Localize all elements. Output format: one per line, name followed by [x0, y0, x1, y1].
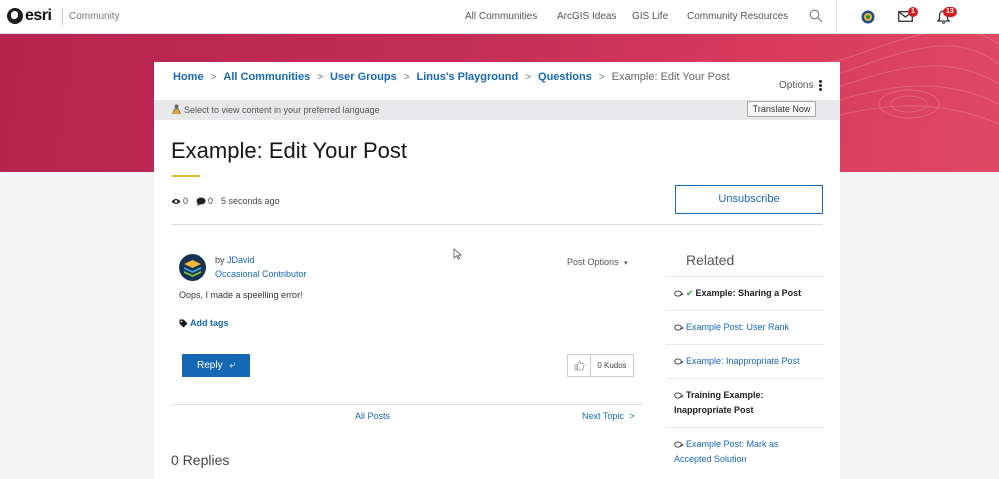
solved-check-icon: ✔ — [686, 288, 694, 298]
nav-link-arcgis-ideas[interactable]: ArcGIS Ideas — [557, 11, 616, 22]
breadcrumb-current: Example: Edit Your Post — [611, 71, 730, 83]
top-nav: esri Community All Communities ArcGIS Id… — [0, 0, 999, 34]
add-tags-link[interactable]: Add tags — [179, 318, 229, 328]
post-options-menu[interactable]: Post Options ▾ — [567, 257, 628, 267]
title-underline — [172, 175, 200, 177]
related-item-label: Example Post: User Rank — [686, 322, 790, 332]
chevron-right-icon: > — [629, 411, 635, 421]
discussion-icon — [674, 290, 684, 297]
author-line: by JDavid — [215, 255, 255, 265]
search-icon[interactable] — [809, 9, 823, 23]
comments-stat: 0 — [196, 196, 213, 206]
related-item-label: Example Post: Mark as Accepted Solution — [674, 439, 779, 464]
post-options-label: Post Options — [567, 257, 619, 267]
add-tags-label: Add tags — [190, 318, 229, 328]
logo-divider — [62, 8, 63, 26]
discussion-icon — [674, 441, 684, 448]
views-count: 0 — [183, 196, 189, 206]
by-label: by — [215, 255, 225, 265]
comment-icon — [196, 197, 206, 206]
eye-icon — [171, 198, 181, 204]
mouse-cursor-icon — [453, 248, 462, 260]
all-posts-link[interactable]: All Posts — [355, 411, 390, 421]
mail-badge: 1 — [908, 7, 918, 17]
breadcrumb-user-groups[interactable]: User Groups — [330, 71, 397, 83]
next-topic-link[interactable]: Next Topic > — [582, 411, 635, 421]
kudos-count: 0 Kudos — [597, 361, 627, 370]
replies-heading: 0 Replies — [171, 452, 230, 468]
reply-button[interactable]: Reply ⤶ — [182, 354, 250, 377]
views-stat: 0 — [171, 196, 188, 206]
discussion-icon — [674, 324, 684, 331]
author-name[interactable]: JDavid — [227, 255, 255, 265]
post-time: 5 seconds ago — [221, 196, 280, 206]
related-item-label: Example: Sharing a Post — [695, 288, 802, 298]
chevron-right-icon: > — [210, 72, 217, 83]
discussion-icon — [674, 358, 684, 365]
kudos-button[interactable] — [568, 355, 591, 376]
post-body: Oops, I made a speelling error! — [179, 290, 303, 300]
translate-icon — [172, 104, 181, 115]
translate-text: Select to view content in your preferred… — [184, 105, 380, 115]
tag-icon — [179, 319, 188, 327]
divider — [171, 224, 823, 225]
breadcrumb: Home > All Communities > User Groups > Linus's… — [173, 71, 730, 83]
esri-logo[interactable]: esri — [7, 7, 52, 25]
related-item-label: Training Example: Inappropriate Post — [674, 390, 764, 415]
nav-link-community-resources[interactable]: Community Resources — [687, 11, 788, 22]
post-title: Example: Edit Your Post — [171, 138, 408, 163]
user-avatar-icon[interactable] — [861, 10, 875, 24]
thumbs-up-icon — [574, 360, 585, 371]
author-avatar[interactable] — [179, 254, 206, 281]
kudos-box: 0 Kudos — [567, 354, 634, 377]
chevron-right-icon: > — [317, 72, 324, 83]
breadcrumb-home[interactable]: Home — [173, 71, 204, 83]
discussion-icon — [674, 392, 684, 399]
next-topic-label: Next Topic — [582, 411, 624, 421]
community-label[interactable]: Community — [69, 11, 120, 22]
related-item[interactable]: ✔ Example: Sharing a Post — [666, 276, 824, 310]
translate-bar: Select to view content in your preferred… — [154, 100, 840, 120]
options-menu[interactable]: Options — [779, 79, 823, 92]
reply-arrow-icon: ⤶ — [229, 360, 235, 371]
author-rank: Occasional Contributor — [215, 269, 307, 279]
notification-badge: 13 — [943, 7, 957, 17]
chevron-right-icon: > — [598, 72, 605, 83]
divider — [171, 404, 643, 405]
post-stats: 0 0 5 seconds ago — [171, 196, 280, 206]
related-item[interactable]: Example Post: Mark as Accepted Solution — [666, 427, 824, 476]
layers-avatar-icon — [184, 260, 201, 277]
logo-text: esri — [25, 7, 52, 24]
caret-down-icon: ▾ — [624, 260, 628, 267]
comments-count: 0 — [208, 196, 214, 206]
esri-globe-icon — [7, 8, 23, 24]
nav-link-all-communities[interactable]: All Communities — [465, 11, 537, 22]
related-item[interactable]: Training Example: Inappropriate Post — [666, 378, 824, 427]
options-label: Options — [779, 80, 814, 92]
more-vertical-icon — [819, 79, 823, 92]
related-item[interactable]: Example Post: User Rank — [666, 310, 824, 344]
related-item[interactable]: Example: Inappropriate Post — [666, 344, 824, 378]
breadcrumb-all-communities[interactable]: All Communities — [223, 71, 310, 83]
translate-now-button[interactable]: Translate Now — [747, 101, 816, 117]
content-card: Home > All Communities > User Groups > Linus's… — [154, 62, 840, 479]
related-heading: Related — [686, 252, 735, 268]
related-item-label: Example: Inappropriate Post — [686, 356, 800, 366]
unsubscribe-button[interactable]: Unsubscribe — [675, 185, 823, 214]
nav-divider — [836, 0, 837, 34]
related-list: ✔ Example: Sharing a Post Example Post: U… — [666, 276, 824, 476]
breadcrumb-linus-playground[interactable]: Linus's Playground — [417, 71, 519, 83]
reply-label: Reply — [197, 360, 223, 371]
nav-link-gis-life[interactable]: GIS Life — [632, 11, 668, 22]
chevron-right-icon: > — [403, 72, 410, 83]
chevron-right-icon: > — [525, 72, 532, 83]
breadcrumb-questions[interactable]: Questions — [538, 71, 592, 83]
